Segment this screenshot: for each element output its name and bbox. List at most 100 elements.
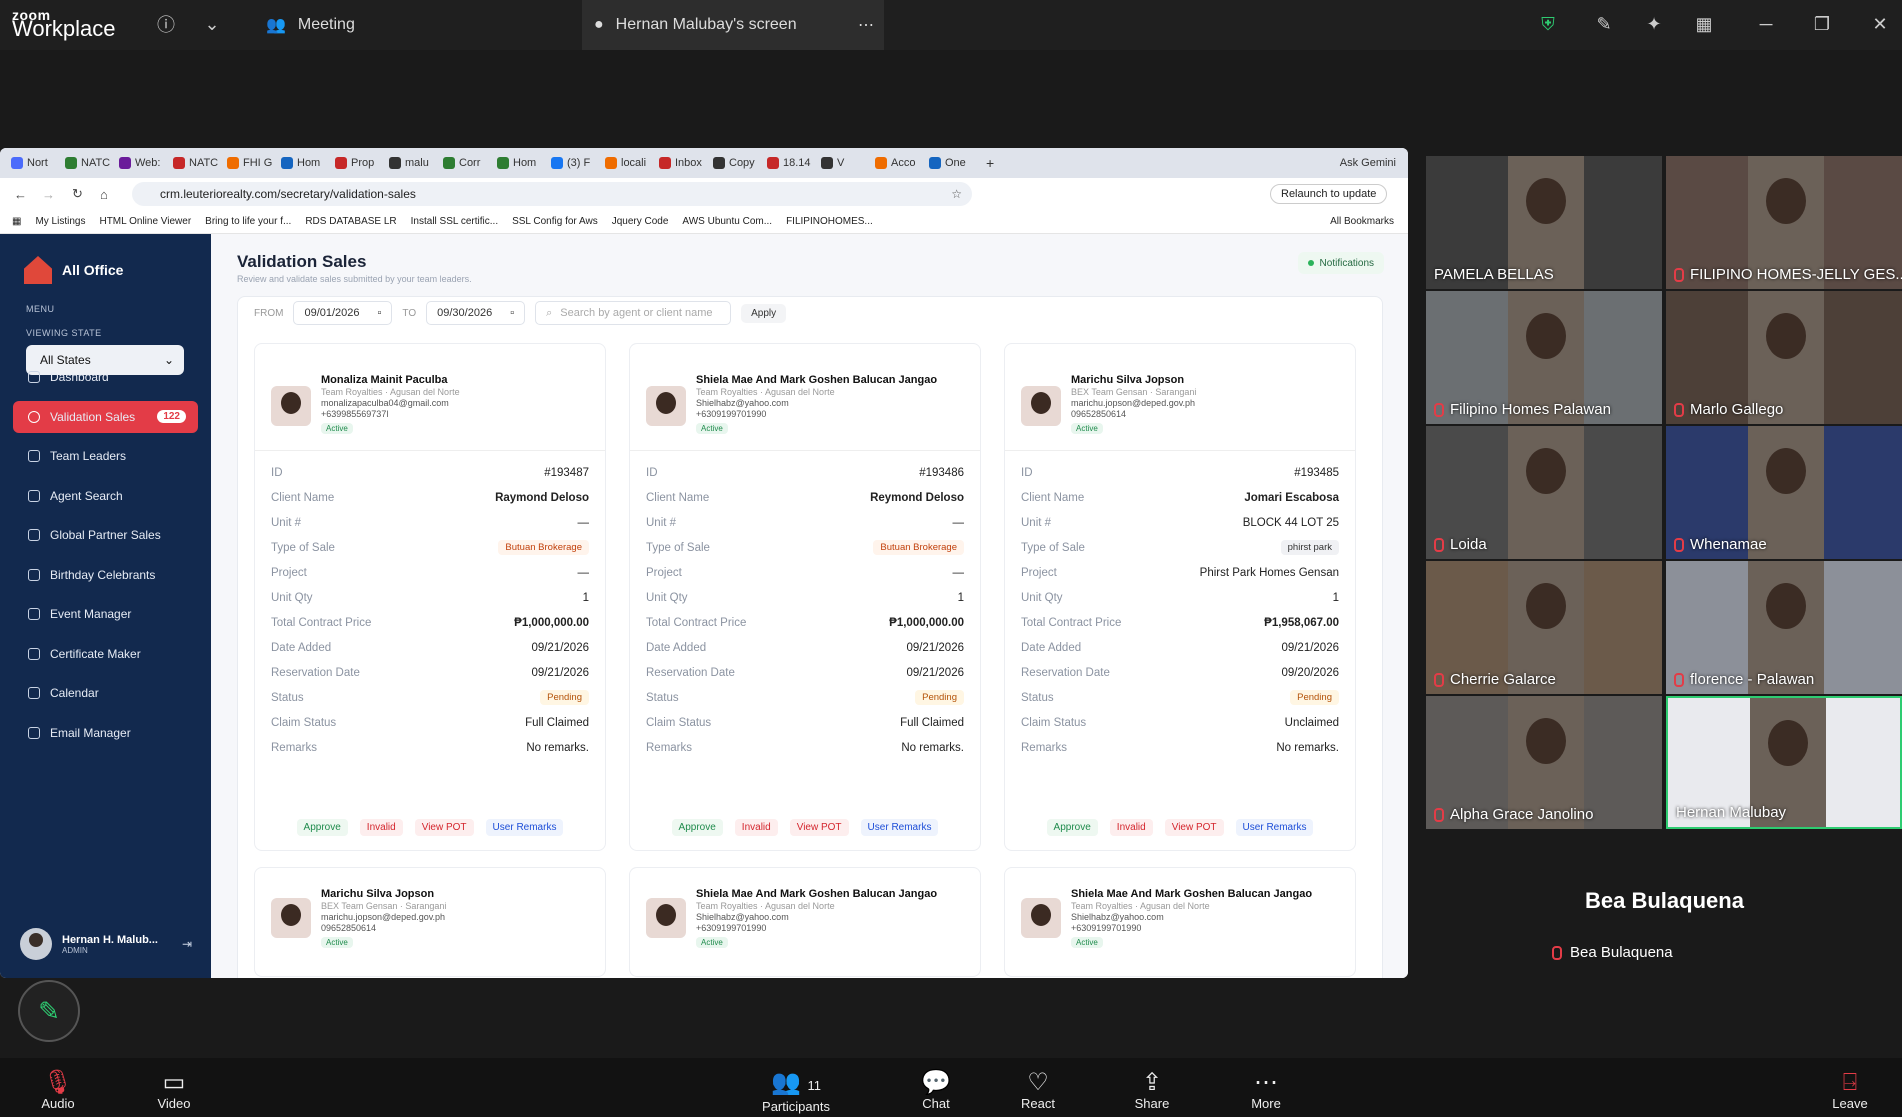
favicon-icon — [821, 157, 833, 169]
video-button[interactable]: ▭ Video — [134, 1070, 214, 1112]
browser-tab[interactable]: 18.14 — [762, 152, 813, 174]
close-icon[interactable]: ✕ — [1866, 10, 1894, 38]
bookmark-item[interactable]: SSL Config for Aws — [512, 216, 598, 227]
participant-tile[interactable]: Filipino Homes Palawan — [1426, 291, 1662, 424]
participant-tile[interactable]: Alpha Grace Janolino — [1426, 696, 1662, 829]
audio-button[interactable]: 🎙 Audio — [18, 1070, 98, 1112]
browser-tab[interactable]: NATC — [60, 152, 111, 174]
bookmark-item[interactable]: HTML Online Viewer — [99, 216, 191, 227]
more-icon[interactable]: ⋯ — [858, 15, 874, 35]
bookmark-item[interactable]: RDS DATABASE LR — [305, 216, 396, 227]
all-bookmarks[interactable]: All Bookmarks — [1330, 216, 1394, 227]
view-pot-button[interactable]: View POT — [414, 819, 474, 836]
card-row: Project — — [646, 560, 964, 585]
browser-tab[interactable]: Hom — [276, 152, 327, 174]
invalid-button[interactable]: Invalid — [734, 819, 778, 836]
leave-button[interactable]: ⍈ Leave — [1810, 1070, 1890, 1112]
screen-share-tab[interactable]: ● Hernan Malubay's screen ⋯ — [582, 0, 884, 50]
user-remarks-button[interactable]: User Remarks — [860, 819, 939, 836]
browser-tab[interactable]: Acco — [870, 152, 921, 174]
user-profile[interactable]: Hernan H. Malub... ADMIN ⇥ — [20, 928, 192, 960]
browser-tab[interactable]: Prop — [330, 152, 381, 174]
sidebar-item-validation-sales[interactable]: Validation Sales 122 — [13, 400, 198, 433]
bookmark-item[interactable]: AWS Ubuntu Com... — [682, 216, 772, 227]
user-remarks-button[interactable]: User Remarks — [485, 819, 564, 836]
participant-tile[interactable]: florence - Palawan — [1666, 561, 1902, 694]
search-input[interactable]: ⌕ Search by agent or client name — [535, 301, 732, 325]
sidebar-item-birthday-celebrants[interactable]: Birthday Celebrants — [13, 559, 198, 591]
participant-tile[interactable]: Cherrie Galarce — [1426, 561, 1662, 694]
view-pot-button[interactable]: View POT — [789, 819, 849, 836]
browser-tab[interactable]: Inbox — [654, 152, 705, 174]
info-icon[interactable]: ⓘ — [152, 10, 180, 38]
sidebar-item-global-partner-sales[interactable]: Global Partner Sales — [13, 519, 198, 551]
browser-tab[interactable]: Corr — [438, 152, 489, 174]
participant-tile[interactable]: Whenamae — [1666, 426, 1902, 559]
minimize-icon[interactable]: ─ — [1752, 10, 1780, 38]
from-date-input[interactable]: 09/01/2026 ▫ — [293, 301, 393, 325]
participant-tile[interactable]: Hernan Malubay — [1666, 696, 1902, 829]
meeting-tab[interactable]: 👥 Meeting — [266, 0, 355, 50]
participant-tile[interactable]: FILIPINO HOMES-JELLY GES... — [1666, 156, 1902, 289]
apply-button[interactable]: Apply — [741, 303, 787, 323]
browser-tab[interactable]: Hom — [492, 152, 543, 174]
bookmark-item[interactable]: Bring to life your f... — [205, 216, 291, 227]
view-pot-button[interactable]: View POT — [1164, 819, 1224, 836]
home-icon[interactable]: ⌂ — [100, 187, 108, 202]
participant-tile[interactable]: Marlo Gallego — [1666, 291, 1902, 424]
ask-gemini-button[interactable]: Ask Gemini — [1340, 157, 1396, 169]
react-button[interactable]: ♡ React — [998, 1070, 1078, 1112]
user-remarks-button[interactable]: User Remarks — [1235, 819, 1314, 836]
sparkle-icon[interactable]: ✦ — [1640, 10, 1668, 38]
sidebar-item-certificate-maker[interactable]: Certificate Maker — [13, 638, 198, 670]
layout-icon[interactable]: ▦ — [1690, 10, 1718, 38]
reload-icon[interactable]: ↻ — [72, 186, 83, 202]
bookmark-item[interactable]: FILIPINOHOMES... — [786, 216, 873, 227]
invalid-button[interactable]: Invalid — [1109, 819, 1153, 836]
browser-tab[interactable]: Copy — [708, 152, 759, 174]
participant-tile[interactable]: Loida — [1426, 426, 1662, 559]
sidebar-item-dashboard[interactable]: Dashboard — [13, 361, 198, 393]
approve-button[interactable]: Approve — [1046, 819, 1098, 836]
logout-icon[interactable]: ⇥ — [182, 937, 192, 951]
more-button[interactable]: ⋯ More — [1226, 1070, 1306, 1112]
browser-tab[interactable]: malu — [384, 152, 435, 174]
sidebar-item-team-leaders[interactable]: Team Leaders — [13, 440, 198, 472]
annotate-icon[interactable]: ✎ — [1590, 10, 1618, 38]
share-button[interactable]: ⇪ Share — [1112, 1070, 1192, 1112]
browser-tab[interactable]: NATC — [168, 152, 219, 174]
url-input[interactable]: crm.leuteriorealty.com/secretary/validat… — [132, 182, 972, 206]
invalid-button[interactable]: Invalid — [359, 819, 403, 836]
annotate-pen-button[interactable]: ✎ — [18, 980, 80, 1042]
participant-tile[interactable]: PAMELA BELLAS — [1426, 156, 1662, 289]
to-date-input[interactable]: 09/30/2026 ▫ — [426, 301, 526, 325]
chevron-down-icon[interactable]: ⌄ — [198, 10, 226, 38]
relaunch-button[interactable]: Relaunch to update — [1270, 184, 1388, 204]
browser-tab[interactable]: FHI G — [222, 152, 273, 174]
browser-tab[interactable]: V — [816, 152, 867, 174]
browser-tab[interactable]: Web: — [114, 152, 165, 174]
sidebar-item-agent-search[interactable]: Agent Search — [13, 480, 198, 512]
chat-button[interactable]: 💬 Chat — [896, 1070, 976, 1112]
browser-tab[interactable]: One — [924, 152, 975, 174]
forward-icon[interactable]: → — [42, 187, 55, 202]
bookmark-item[interactable]: Install SSL certific... — [411, 216, 498, 227]
bookmark-item[interactable]: My Listings — [35, 216, 85, 227]
sidebar-item-calendar[interactable]: Calendar — [13, 677, 198, 709]
approve-button[interactable]: Approve — [296, 819, 348, 836]
sidebar-item-event-manager[interactable]: Event Manager — [13, 598, 198, 630]
browser-tab[interactable]: (3) F — [546, 152, 597, 174]
back-icon[interactable]: ← — [14, 187, 27, 202]
restore-icon[interactable]: ❐ — [1808, 10, 1836, 38]
browser-tab[interactable]: locali — [600, 152, 651, 174]
sidebar-item-email-manager[interactable]: Email Manager — [13, 717, 198, 749]
star-icon[interactable]: ☆ — [951, 187, 962, 201]
notifications-button[interactable]: Notifications — [1297, 252, 1384, 274]
participants-button[interactable]: 👥 11 Participants — [756, 1070, 836, 1115]
apps-icon[interactable]: ▦ — [12, 216, 21, 227]
new-tab-icon[interactable]: + — [986, 155, 994, 171]
shield-icon[interactable]: ⛨ — [1534, 10, 1562, 38]
browser-tab[interactable]: Nort — [6, 152, 57, 174]
bookmark-item[interactable]: Jquery Code — [612, 216, 669, 227]
approve-button[interactable]: Approve — [671, 819, 723, 836]
